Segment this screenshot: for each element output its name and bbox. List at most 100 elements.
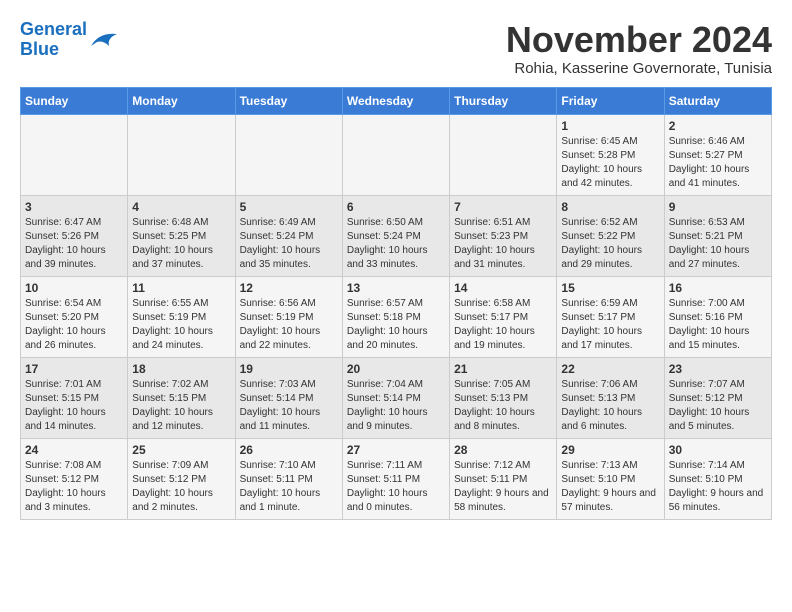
logo-bird-icon [89,28,119,52]
calendar-week-row: 10 Sunrise: 6:54 AM Sunset: 5:20 PM Dayli… [21,276,772,357]
day-info: Sunrise: 6:56 AM Sunset: 5:19 PM Dayligh… [240,297,338,353]
calendar-week-row: 3Sunrise: 6:47 AM Sunset: 5:26 PM Daylig… [21,195,772,276]
day-info: Sunrise: 7:14 AM Sunset: 5:10 PM Dayligh… [669,459,767,515]
calendar-cell: 22 Sunrise: 7:06 AM Sunset: 5:13 PM Dayli… [557,357,664,438]
day-number: 2 [669,119,767,133]
day-header-wednesday: Wednesday [342,87,449,114]
day-number: 22 [561,362,659,376]
day-info: Sunrise: 7:02 AM Sunset: 5:15 PM Dayligh… [132,378,230,434]
day-info: Sunrise: 6:45 AM Sunset: 5:28 PM Dayligh… [561,135,659,191]
calendar-cell [128,114,235,195]
calendar-cell: 19 Sunrise: 7:03 AM Sunset: 5:14 PM Dayli… [235,357,342,438]
calendar-cell [342,114,449,195]
day-number: 3 [25,200,123,214]
title-block: November 2024 Rohia, Kasserine Governora… [506,20,772,77]
calendar-cell: 29Sunrise: 7:13 AM Sunset: 5:10 PM Dayli… [557,438,664,519]
day-number: 14 [454,281,552,295]
day-header-sunday: Sunday [21,87,128,114]
calendar-table: SundayMondayTuesdayWednesdayThursdayFrid… [20,87,772,520]
day-number: 1 [561,119,659,133]
calendar-cell: 1 Sunrise: 6:45 AM Sunset: 5:28 PM Daylig… [557,114,664,195]
day-info: Sunrise: 7:12 AM Sunset: 5:11 PM Dayligh… [454,459,552,515]
calendar-cell: 2 Sunrise: 6:46 AM Sunset: 5:27 PM Daylig… [664,114,771,195]
day-number: 23 [669,362,767,376]
calendar-cell: 25 Sunrise: 7:09 AM Sunset: 5:12 PM Dayli… [128,438,235,519]
calendar-cell: 12 Sunrise: 6:56 AM Sunset: 5:19 PM Dayli… [235,276,342,357]
day-info: Sunrise: 6:54 AM Sunset: 5:20 PM Dayligh… [25,297,123,353]
day-number: 4 [132,200,230,214]
day-info: Sunrise: 7:05 AM Sunset: 5:13 PM Dayligh… [454,378,552,434]
calendar-cell: 7 Sunrise: 6:51 AM Sunset: 5:23 PM Daylig… [450,195,557,276]
day-info: Sunrise: 7:08 AM Sunset: 5:12 PM Dayligh… [25,459,123,515]
calendar-cell: 17Sunrise: 7:01 AM Sunset: 5:15 PM Dayli… [21,357,128,438]
calendar-cell: 28 Sunrise: 7:12 AM Sunset: 5:11 PM Dayli… [450,438,557,519]
calendar-cell: 20 Sunrise: 7:04 AM Sunset: 5:14 PM Dayli… [342,357,449,438]
day-info: Sunrise: 7:06 AM Sunset: 5:13 PM Dayligh… [561,378,659,434]
day-number: 24 [25,443,123,457]
day-number: 7 [454,200,552,214]
day-number: 28 [454,443,552,457]
calendar-week-row: 1 Sunrise: 6:45 AM Sunset: 5:28 PM Daylig… [21,114,772,195]
day-info: Sunrise: 6:53 AM Sunset: 5:21 PM Dayligh… [669,216,767,272]
month-title: November 2024 [506,20,772,60]
calendar-cell: 18 Sunrise: 7:02 AM Sunset: 5:15 PM Dayli… [128,357,235,438]
day-info: Sunrise: 6:46 AM Sunset: 5:27 PM Dayligh… [669,135,767,191]
day-number: 16 [669,281,767,295]
day-info: Sunrise: 6:55 AM Sunset: 5:19 PM Dayligh… [132,297,230,353]
day-info: Sunrise: 6:48 AM Sunset: 5:25 PM Dayligh… [132,216,230,272]
calendar-cell [21,114,128,195]
day-number: 15 [561,281,659,295]
page-header: General Blue November 2024 Rohia, Kasser… [20,20,772,77]
day-info: Sunrise: 7:09 AM Sunset: 5:12 PM Dayligh… [132,459,230,515]
calendar-cell: 8Sunrise: 6:52 AM Sunset: 5:22 PM Daylig… [557,195,664,276]
day-info: Sunrise: 7:10 AM Sunset: 5:11 PM Dayligh… [240,459,338,515]
day-info: Sunrise: 6:49 AM Sunset: 5:24 PM Dayligh… [240,216,338,272]
day-info: Sunrise: 6:51 AM Sunset: 5:23 PM Dayligh… [454,216,552,272]
day-number: 12 [240,281,338,295]
day-info: Sunrise: 7:13 AM Sunset: 5:10 PM Dayligh… [561,459,659,515]
calendar-week-row: 17Sunrise: 7:01 AM Sunset: 5:15 PM Dayli… [21,357,772,438]
location-subtitle: Rohia, Kasserine Governorate, Tunisia [506,60,772,77]
day-info: Sunrise: 6:52 AM Sunset: 5:22 PM Dayligh… [561,216,659,272]
calendar-cell: 24 Sunrise: 7:08 AM Sunset: 5:12 PM Dayli… [21,438,128,519]
day-number: 20 [347,362,445,376]
day-number: 27 [347,443,445,457]
day-header-thursday: Thursday [450,87,557,114]
calendar-cell: 15 Sunrise: 6:59 AM Sunset: 5:17 PM Dayli… [557,276,664,357]
day-header-monday: Monday [128,87,235,114]
day-number: 13 [347,281,445,295]
calendar-cell: 23 Sunrise: 7:07 AM Sunset: 5:12 PM Dayli… [664,357,771,438]
calendar-cell: 26 Sunrise: 7:10 AM Sunset: 5:11 PM Dayli… [235,438,342,519]
calendar-cell: 11Sunrise: 6:55 AM Sunset: 5:19 PM Dayli… [128,276,235,357]
day-info: Sunrise: 7:04 AM Sunset: 5:14 PM Dayligh… [347,378,445,434]
day-number: 26 [240,443,338,457]
calendar-cell: 27 Sunrise: 7:11 AM Sunset: 5:11 PM Dayli… [342,438,449,519]
day-info: Sunrise: 7:07 AM Sunset: 5:12 PM Dayligh… [669,378,767,434]
day-header-tuesday: Tuesday [235,87,342,114]
day-info: Sunrise: 6:57 AM Sunset: 5:18 PM Dayligh… [347,297,445,353]
calendar-cell: 30 Sunrise: 7:14 AM Sunset: 5:10 PM Dayli… [664,438,771,519]
day-number: 18 [132,362,230,376]
day-number: 21 [454,362,552,376]
logo-text: General Blue [20,20,87,60]
day-number: 30 [669,443,767,457]
calendar-cell [235,114,342,195]
day-number: 25 [132,443,230,457]
calendar-week-row: 24 Sunrise: 7:08 AM Sunset: 5:12 PM Dayli… [21,438,772,519]
day-header-saturday: Saturday [664,87,771,114]
calendar-cell: 6Sunrise: 6:50 AM Sunset: 5:24 PM Daylig… [342,195,449,276]
calendar-cell: 21 Sunrise: 7:05 AM Sunset: 5:13 PM Dayli… [450,357,557,438]
day-info: Sunrise: 7:11 AM Sunset: 5:11 PM Dayligh… [347,459,445,515]
logo: General Blue [20,20,119,60]
day-header-friday: Friday [557,87,664,114]
calendar-cell: 16Sunrise: 7:00 AM Sunset: 5:16 PM Dayli… [664,276,771,357]
day-info: Sunrise: 7:03 AM Sunset: 5:14 PM Dayligh… [240,378,338,434]
day-number: 19 [240,362,338,376]
calendar-cell [450,114,557,195]
day-info: Sunrise: 6:59 AM Sunset: 5:17 PM Dayligh… [561,297,659,353]
calendar-cell: 4 Sunrise: 6:48 AM Sunset: 5:25 PM Daylig… [128,195,235,276]
calendar-cell: 14Sunrise: 6:58 AM Sunset: 5:17 PM Dayli… [450,276,557,357]
day-number: 6 [347,200,445,214]
day-number: 10 [25,281,123,295]
day-info: Sunrise: 7:01 AM Sunset: 5:15 PM Dayligh… [25,378,123,434]
